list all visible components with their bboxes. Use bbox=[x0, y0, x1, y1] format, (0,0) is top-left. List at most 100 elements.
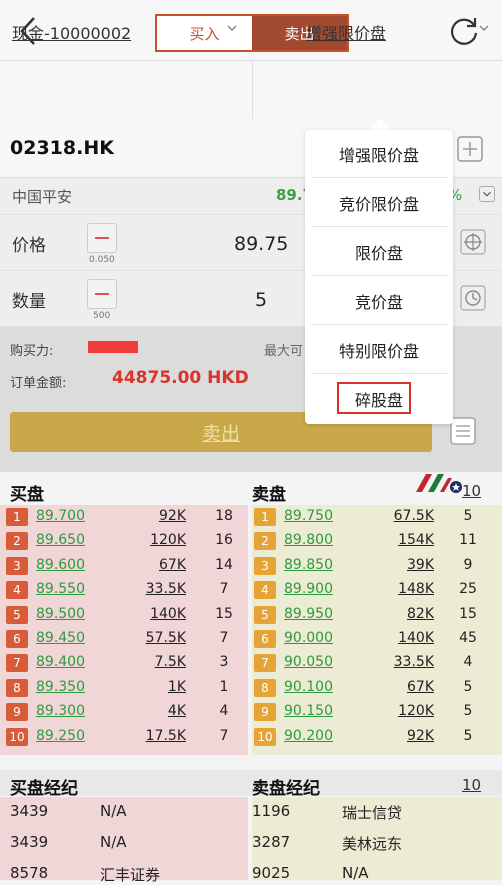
buy-broker-id[interactable]: 3439 bbox=[10, 802, 48, 820]
stock-code[interactable]: 02318.HK bbox=[10, 137, 114, 159]
ask-price[interactable]: 90.150 bbox=[284, 703, 333, 719]
bid-price[interactable]: 89.450 bbox=[36, 630, 85, 646]
bid-volume[interactable]: 4K bbox=[116, 703, 186, 719]
bid-price[interactable]: 89.400 bbox=[36, 654, 85, 670]
ask-row[interactable]: 2 89.800 154K 11 bbox=[250, 530, 496, 554]
buy-broker-name[interactable]: 汇丰证券 bbox=[100, 864, 160, 885]
bid-row[interactable]: 9 89.300 4K 4 bbox=[2, 701, 248, 725]
ask-count: 15 bbox=[459, 605, 477, 622]
ask-volume[interactable]: 39K bbox=[364, 557, 434, 573]
order-type-option[interactable]: 竞价盘 bbox=[311, 277, 447, 325]
ask-row[interactable]: 3 89.850 39K 9 bbox=[250, 555, 496, 579]
crosshair-icon[interactable] bbox=[460, 229, 486, 255]
order-book-depth-link[interactable]: 10 bbox=[462, 482, 481, 500]
bid-row[interactable]: 1 89.700 92K 18 bbox=[2, 506, 248, 530]
bid-price[interactable]: 89.600 bbox=[36, 557, 85, 573]
ask-volume[interactable]: 82K bbox=[364, 606, 434, 622]
buy-broker-id[interactable]: 3439 bbox=[10, 833, 48, 851]
bid-price[interactable]: 89.550 bbox=[36, 581, 85, 597]
bid-row[interactable]: 7 89.400 7.5K 3 bbox=[2, 652, 248, 676]
broker-depth-link[interactable]: 10 bbox=[462, 776, 481, 794]
buy-broker-name[interactable]: N/A bbox=[100, 833, 127, 851]
clock-icon[interactable] bbox=[460, 285, 486, 311]
bid-volume[interactable]: 33.5K bbox=[116, 581, 186, 597]
quantity-input[interactable]: 5 bbox=[255, 289, 267, 311]
order-type-option[interactable]: 增强限价盘 bbox=[311, 130, 447, 178]
ask-price[interactable]: 90.100 bbox=[284, 679, 333, 695]
buy-broker-name[interactable]: N/A bbox=[100, 802, 127, 820]
bid-volume[interactable]: 57.5K bbox=[116, 630, 186, 646]
ask-row[interactable]: 5 89.950 82K 15 bbox=[250, 604, 496, 628]
sell-broker-name[interactable]: 美林远东 bbox=[342, 833, 402, 854]
ask-row[interactable]: 9 90.150 120K 5 bbox=[250, 701, 496, 725]
bid-volume[interactable]: 17.5K bbox=[116, 728, 186, 744]
ask-volume[interactable]: 67K bbox=[364, 679, 434, 695]
sell-broker-id[interactable]: 3287 bbox=[252, 833, 290, 851]
ask-price[interactable]: 90.050 bbox=[284, 654, 333, 670]
ask-row[interactable]: 6 90.000 140K 45 bbox=[250, 628, 496, 652]
chevron-down-icon[interactable] bbox=[478, 22, 490, 34]
ask-volume[interactable]: 120K bbox=[364, 703, 434, 719]
ask-price[interactable]: 90.000 bbox=[284, 630, 333, 646]
sell-broker-id[interactable]: 1196 bbox=[252, 802, 290, 820]
ask-price[interactable]: 89.800 bbox=[284, 532, 333, 548]
ask-volume[interactable]: 140K bbox=[364, 630, 434, 646]
ask-volume[interactable]: 154K bbox=[364, 532, 434, 548]
ask-price[interactable]: 89.750 bbox=[284, 508, 333, 524]
bid-row[interactable]: 10 89.250 17.5K 7 bbox=[2, 726, 248, 750]
order-type-selector[interactable]: 增强限价盘 bbox=[306, 20, 386, 44]
account-selector[interactable]: 现金-10000002 bbox=[12, 20, 131, 44]
ask-rank: 1 bbox=[254, 508, 276, 526]
add-icon[interactable] bbox=[456, 135, 484, 163]
ask-row[interactable]: 7 90.050 33.5K 4 bbox=[250, 652, 496, 676]
ask-price[interactable]: 89.850 bbox=[284, 557, 333, 573]
ask-rank: 10 bbox=[254, 727, 276, 746]
sell-broker-name[interactable]: 瑞士信贷 bbox=[342, 802, 402, 823]
order-type-option[interactable]: 限价盘 bbox=[311, 228, 447, 276]
bid-price[interactable]: 89.250 bbox=[36, 728, 85, 744]
bid-volume[interactable]: 67K bbox=[116, 557, 186, 573]
chevron-down-icon[interactable] bbox=[479, 186, 495, 202]
price-decrement-button[interactable] bbox=[87, 223, 117, 253]
sell-broker-id[interactable]: 9025 bbox=[252, 864, 290, 882]
bid-price[interactable]: 89.700 bbox=[36, 508, 85, 524]
ask-volume[interactable]: 67.5K bbox=[364, 508, 434, 524]
bid-row[interactable]: 2 89.650 120K 16 bbox=[2, 530, 248, 554]
ask-row[interactable]: 4 89.900 148K 25 bbox=[250, 579, 496, 603]
ask-row[interactable]: 8 90.100 67K 5 bbox=[250, 677, 496, 701]
ask-row[interactable]: 1 89.750 67.5K 5 bbox=[250, 506, 496, 530]
buying-power-redacted bbox=[88, 341, 138, 353]
bid-row[interactable]: 5 89.500 140K 15 bbox=[2, 604, 248, 628]
bid-volume[interactable]: 1K bbox=[116, 679, 186, 695]
ask-price[interactable]: 90.200 bbox=[284, 728, 333, 744]
dropdown-pointer bbox=[370, 118, 390, 130]
chevron-down-icon[interactable] bbox=[226, 22, 238, 34]
price-input[interactable]: 89.75 bbox=[234, 233, 288, 255]
bid-count: 4 bbox=[219, 703, 229, 720]
buy-broker-id[interactable]: 8578 bbox=[10, 864, 48, 882]
ask-price[interactable]: 89.900 bbox=[284, 581, 333, 597]
bid-price[interactable]: 89.300 bbox=[36, 703, 85, 719]
bid-row[interactable]: 6 89.450 57.5K 7 bbox=[2, 628, 248, 652]
ask-volume[interactable]: 148K bbox=[364, 581, 434, 597]
bid-row[interactable]: 4 89.550 33.5K 7 bbox=[2, 579, 248, 603]
sell-broker-name[interactable]: N/A bbox=[342, 864, 369, 882]
quantity-decrement-button[interactable] bbox=[87, 279, 117, 309]
ask-volume[interactable]: 33.5K bbox=[364, 654, 434, 670]
ask-row[interactable]: 10 90.200 92K 5 bbox=[250, 726, 496, 750]
refresh-icon[interactable] bbox=[448, 15, 480, 47]
order-type-option[interactable]: 竞价限价盘 bbox=[311, 179, 447, 227]
ask-volume[interactable]: 92K bbox=[364, 728, 434, 744]
bid-volume[interactable]: 140K bbox=[116, 606, 186, 622]
bid-price[interactable]: 89.500 bbox=[36, 606, 85, 622]
ask-price[interactable]: 89.950 bbox=[284, 606, 333, 622]
bid-count: 16 bbox=[215, 532, 233, 549]
bid-row[interactable]: 3 89.600 67K 14 bbox=[2, 555, 248, 579]
bid-volume[interactable]: 7.5K bbox=[116, 654, 186, 670]
order-type-option[interactable]: 特别限价盘 bbox=[311, 326, 447, 374]
bid-row[interactable]: 8 89.350 1K 1 bbox=[2, 677, 248, 701]
bid-price[interactable]: 89.350 bbox=[36, 679, 85, 695]
bid-volume[interactable]: 120K bbox=[116, 532, 186, 548]
bid-volume[interactable]: 92K bbox=[116, 508, 186, 524]
bid-price[interactable]: 89.650 bbox=[36, 532, 85, 548]
